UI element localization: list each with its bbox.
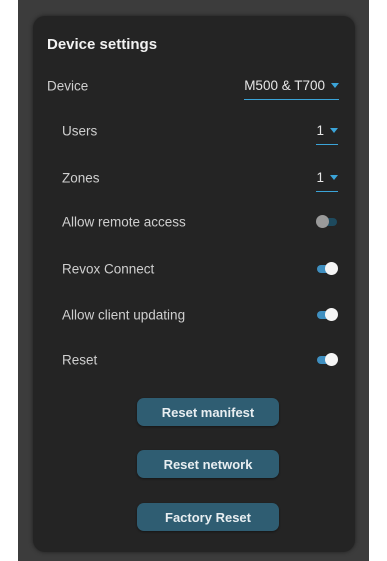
toggle-row-reset: Reset [33, 346, 355, 374]
device-select-value: M500 & T700 [244, 78, 325, 93]
settings-window: Device settings Device M500 & T700 Users… [18, 0, 369, 561]
client-updating-toggle[interactable] [316, 307, 338, 323]
toggle-row-remote-access: Allow remote access [33, 208, 355, 236]
zones-row: Zones 1 [33, 164, 355, 192]
revox-connect-label: Revox Connect [62, 261, 155, 277]
chevron-down-icon [330, 128, 338, 133]
toggle-thumb [316, 215, 329, 228]
revox-connect-toggle[interactable] [316, 261, 338, 277]
chevron-down-icon [330, 175, 338, 180]
reset-label: Reset [62, 352, 98, 368]
users-row: Users 1 [33, 117, 355, 145]
device-row: Device M500 & T700 [33, 72, 355, 100]
toggle-row-client-updating: Allow client updating [33, 301, 355, 329]
toggle-thumb [325, 262, 338, 275]
panel-title: Device settings [47, 36, 158, 53]
zones-select[interactable]: 1 [316, 164, 338, 192]
toggle-row-revox-connect: Revox Connect [33, 255, 355, 283]
remote-access-toggle[interactable] [316, 214, 338, 230]
zones-label: Zones [62, 170, 100, 186]
users-select-value: 1 [316, 123, 324, 138]
device-select[interactable]: M500 & T700 [244, 72, 339, 100]
users-label: Users [62, 123, 98, 139]
toggle-thumb [325, 353, 338, 366]
chevron-down-icon [331, 83, 339, 88]
reset-manifest-button[interactable]: Reset manifest [137, 398, 279, 426]
client-updating-label: Allow client updating [62, 307, 186, 323]
zones-select-value: 1 [316, 170, 324, 185]
device-settings-panel: Device settings Device M500 & T700 Users… [33, 16, 355, 552]
users-select[interactable]: 1 [316, 117, 338, 145]
reset-toggle[interactable] [316, 352, 338, 368]
reset-network-button[interactable]: Reset network [137, 450, 279, 478]
factory-reset-button[interactable]: Factory Reset [137, 503, 279, 531]
device-label: Device [47, 78, 89, 94]
toggle-thumb [325, 308, 338, 321]
remote-access-label: Allow remote access [62, 214, 186, 230]
